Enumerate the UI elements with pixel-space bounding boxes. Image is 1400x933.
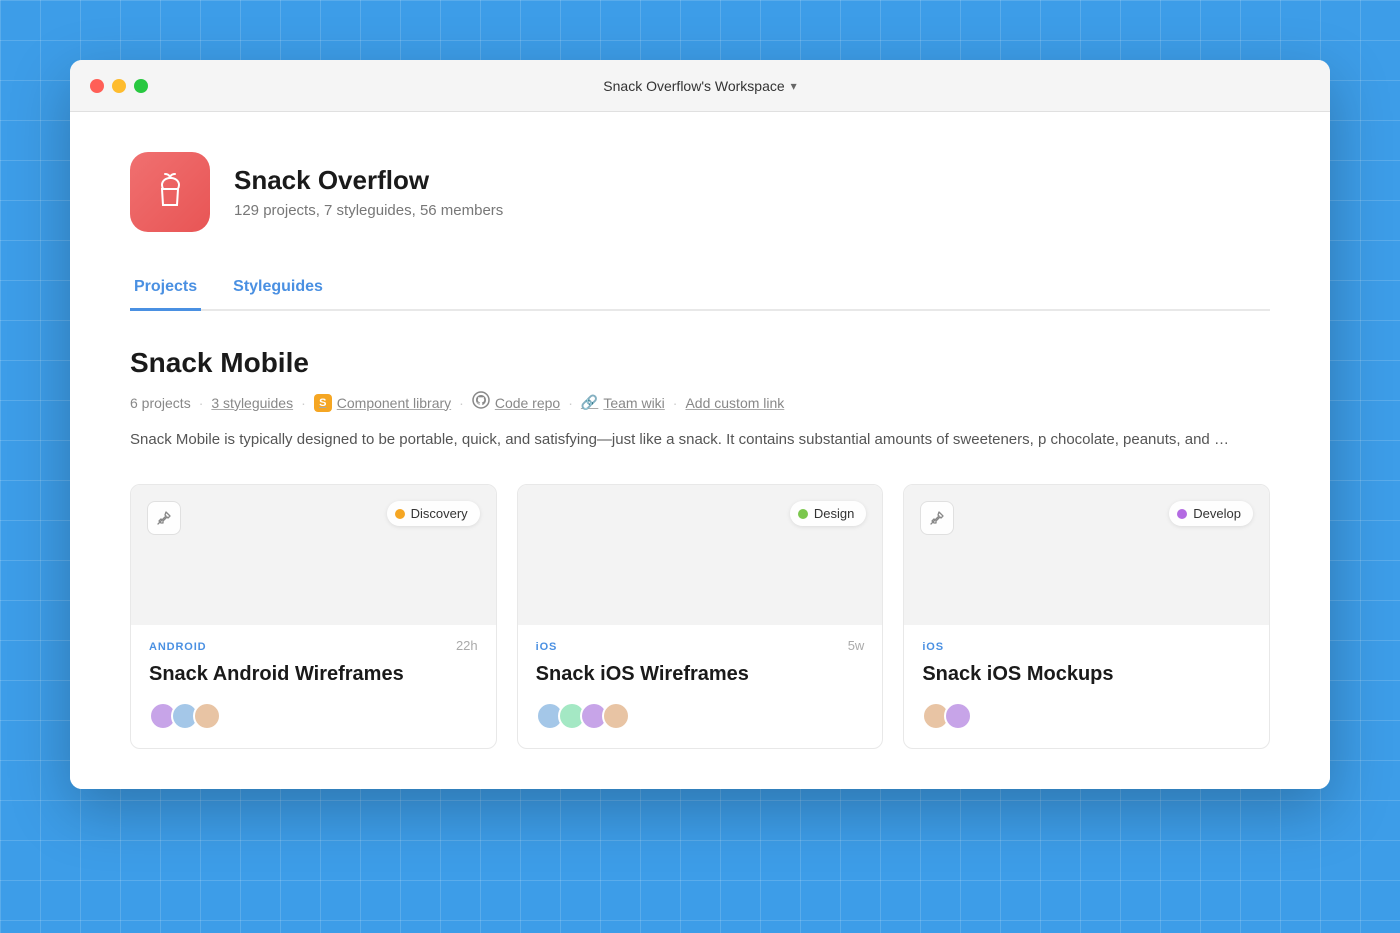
separator-4: ·: [568, 395, 573, 411]
app-window: Snack Overflow's Workspace ▾ Snack Overf…: [70, 60, 1330, 789]
unpin-icon: [156, 510, 172, 526]
card-platform-1: ANDROID: [149, 641, 207, 653]
card-avatars-3: [922, 702, 1251, 730]
separator-5: ·: [673, 395, 678, 411]
chevron-down-icon: ▾: [791, 79, 797, 93]
tab-styleguides[interactable]: Styleguides: [229, 268, 327, 311]
separator-2: ·: [301, 395, 306, 411]
separator-1: ·: [199, 395, 204, 411]
status-label-2: Design: [814, 506, 854, 521]
org-info: Snack Overflow 129 projects, 7 styleguid…: [234, 165, 503, 219]
avatar: [944, 702, 972, 730]
card-title-3: Snack iOS Mockups: [922, 663, 1251, 686]
card-title-2: Snack iOS Wireframes: [536, 663, 865, 686]
projects-grid: Discovery ANDROID 22h Snack Android Wire…: [130, 484, 1270, 749]
team-styleguides-link[interactable]: 3 styleguides: [211, 395, 293, 411]
card-avatars-1: [149, 702, 478, 730]
status-dot-3: [1177, 509, 1187, 519]
code-repo-link[interactable]: Code repo: [472, 391, 560, 414]
maximize-button[interactable]: [134, 79, 148, 93]
status-dot-2: [798, 509, 808, 519]
component-library-link[interactable]: S Component library: [314, 394, 451, 412]
workspace-selector[interactable]: Snack Overflow's Workspace ▾: [603, 78, 796, 94]
window-controls: [90, 79, 148, 93]
card-platform-2: iOS: [536, 641, 558, 653]
unpin-button[interactable]: [147, 501, 181, 535]
separator-3: ·: [459, 395, 464, 411]
unpin-button[interactable]: [920, 501, 954, 535]
titlebar: Snack Overflow's Workspace ▾: [70, 60, 1330, 112]
org-name: Snack Overflow: [234, 165, 503, 196]
project-card[interactable]: Design iOS 5w Snack iOS Wireframes: [517, 484, 884, 749]
project-card[interactable]: Discovery ANDROID 22h Snack Android Wire…: [130, 484, 497, 749]
workspace-label: Snack Overflow's Workspace: [603, 78, 784, 94]
card-time-1: 22h: [456, 638, 478, 653]
card-preview-2: Design: [518, 485, 883, 625]
card-time-2: 5w: [848, 638, 865, 653]
card-platform-3: iOS: [922, 641, 944, 653]
main-content: Snack Overflow 129 projects, 7 styleguid…: [70, 112, 1330, 789]
avatar: [193, 702, 221, 730]
org-header: Snack Overflow 129 projects, 7 styleguid…: [130, 152, 1270, 232]
status-label-3: Develop: [1193, 506, 1241, 521]
status-dot-1: [395, 509, 405, 519]
org-stats: 129 projects, 7 styleguides, 56 members: [234, 202, 503, 219]
project-card[interactable]: Develop iOS Snack iOS Mockups: [903, 484, 1270, 749]
status-badge-3: Develop: [1169, 501, 1253, 526]
team-meta: 6 projects · 3 styleguides · S Component…: [130, 391, 1270, 414]
tab-projects[interactable]: Projects: [130, 268, 201, 311]
zeplin-icon: S: [314, 394, 332, 412]
team-description: Snack Mobile is typically designed to be…: [130, 428, 1230, 452]
chef-hat-icon: [148, 170, 192, 214]
card-body-1: ANDROID 22h Snack Android Wireframes: [131, 625, 496, 748]
card-body-2: iOS 5w Snack iOS Wireframes: [518, 625, 883, 748]
card-avatars-2: [536, 702, 865, 730]
status-badge-2: Design: [790, 501, 866, 526]
team-wiki-link[interactable]: 🔗 Team wiki: [581, 394, 665, 411]
team-title: Snack Mobile: [130, 347, 1270, 379]
card-title-1: Snack Android Wireframes: [149, 663, 478, 686]
status-label-1: Discovery: [411, 506, 468, 521]
card-preview-1: Discovery: [131, 485, 496, 625]
card-body-3: iOS Snack iOS Mockups: [904, 625, 1269, 748]
add-custom-link-button[interactable]: Add custom link: [685, 395, 784, 411]
link-icon: 🔗: [581, 394, 598, 411]
status-badge-1: Discovery: [387, 501, 480, 526]
tabs-nav: Projects Styleguides: [130, 268, 1270, 311]
org-logo: [130, 152, 210, 232]
avatar: [602, 702, 630, 730]
team-projects-count: 6 projects: [130, 395, 191, 411]
github-icon: [472, 391, 490, 414]
card-preview-3: Develop: [904, 485, 1269, 625]
minimize-button[interactable]: [112, 79, 126, 93]
close-button[interactable]: [90, 79, 104, 93]
unpin-icon: [929, 510, 945, 526]
team-section: Snack Mobile 6 projects · 3 styleguides …: [130, 347, 1270, 452]
